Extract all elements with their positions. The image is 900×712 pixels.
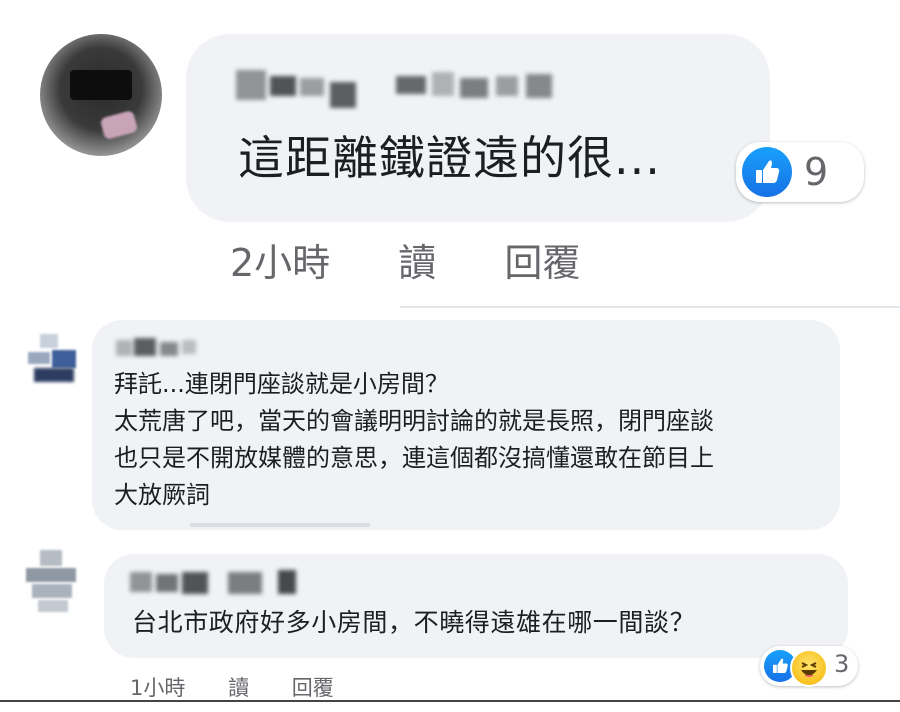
commenter-name-obscured[interactable]: [236, 62, 566, 112]
commenter-avatar[interactable]: [22, 548, 82, 614]
reply-link[interactable]: 回覆: [504, 241, 580, 285]
commenter-name-obscured[interactable]: [130, 566, 310, 600]
reaction-badge[interactable]: 3: [760, 646, 858, 687]
commenter-name-obscured[interactable]: [116, 334, 216, 364]
divider: [400, 306, 900, 308]
comment-time[interactable]: 1小時: [130, 676, 185, 700]
comment-meta: 1小時 讀 回覆: [130, 672, 334, 702]
commenter-avatar[interactable]: [22, 330, 84, 392]
reaction-badge[interactable]: 9: [736, 142, 864, 202]
avatar-hat-shape: [70, 70, 132, 100]
comment-text: 拜託...連閉門座談就是小房間？ 太荒唐了吧，當天的會議明明討論的就是長照，閉門…: [114, 370, 714, 509]
like-icon: [742, 147, 792, 197]
commenter-avatar[interactable]: [40, 34, 162, 156]
read-link[interactable]: 讀: [228, 676, 249, 700]
avatar-pink-shape: [99, 109, 139, 141]
comment-meta: 2小時 讀 回覆: [230, 232, 580, 287]
comment-time[interactable]: 2小時: [230, 241, 330, 285]
bottom-edge: [0, 700, 900, 712]
reaction-count: 3: [834, 650, 850, 678]
comment-text: 這距離鐵證遠的很...: [238, 131, 661, 185]
comment-text: 台北市政府好多小房間，不曉得遠雄在哪一間談？: [132, 608, 696, 637]
reply-link[interactable]: 回覆: [292, 676, 334, 700]
reaction-count: 9: [804, 150, 829, 194]
divider: [190, 523, 370, 527]
read-link[interactable]: 讀: [398, 241, 436, 285]
haha-icon: [790, 649, 828, 687]
